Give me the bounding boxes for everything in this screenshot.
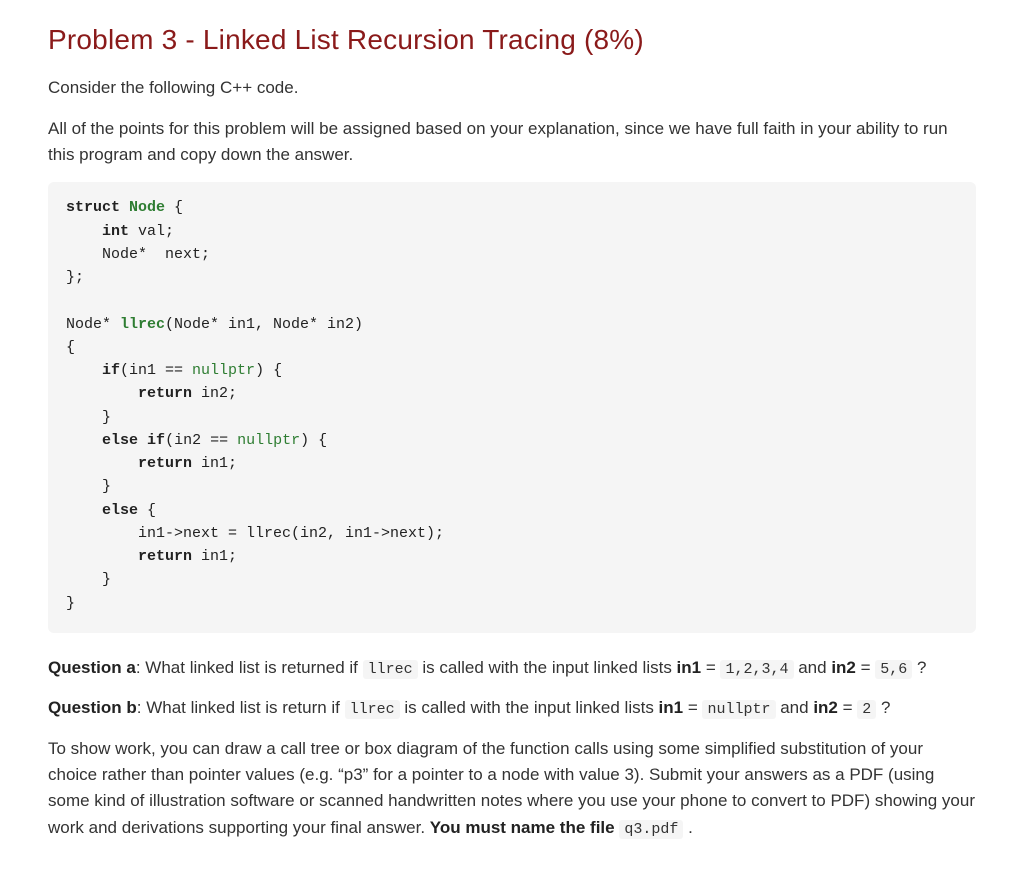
code-token: [66, 455, 138, 472]
code-token: {: [165, 199, 183, 216]
code-token: [66, 432, 102, 449]
text: in1: [659, 698, 684, 717]
code-token: in1;: [192, 455, 237, 472]
problem-title: Problem 3 - Linked List Recursion Tracin…: [48, 18, 976, 61]
code-token: }: [66, 571, 111, 588]
text: in2: [813, 698, 838, 717]
question-a: Question a: What linked list is returned…: [48, 655, 976, 681]
code-token: val;: [129, 223, 174, 240]
text: is called with the input linked lists: [418, 658, 677, 677]
code-token: Node* next;: [66, 246, 210, 263]
text: in2: [831, 658, 856, 677]
code-token: int: [102, 223, 129, 240]
text: : What linked list is returned if: [136, 658, 363, 677]
page: Problem 3 - Linked List Recursion Tracin…: [0, 0, 1024, 887]
text: ?: [876, 698, 890, 717]
code-token: else: [102, 432, 138, 449]
closing-paragraph: To show work, you can draw a call tree o…: [48, 736, 976, 841]
code-token: in1->next = llrec(in2, in1->next);: [66, 525, 444, 542]
code-token: [138, 432, 147, 449]
code-token: return: [138, 385, 192, 402]
code-token: in2;: [192, 385, 237, 402]
inline-code: llrec: [345, 700, 400, 719]
inline-code: 5,6: [875, 660, 912, 679]
code-token: (Node* in1, Node* in2): [165, 316, 363, 333]
code-token: }: [66, 595, 75, 612]
code-token: if: [102, 362, 120, 379]
code-token: ) {: [300, 432, 327, 449]
code-token: nullptr: [237, 432, 300, 449]
code-token: nullptr: [192, 362, 255, 379]
text: =: [838, 698, 857, 717]
code-token: in1;: [192, 548, 237, 565]
code-token: Node*: [66, 316, 120, 333]
text: .: [683, 818, 692, 837]
code-token: (in2 ==: [165, 432, 237, 449]
text: ?: [912, 658, 926, 677]
code-token: return: [138, 548, 192, 565]
code-block: struct Node { int val; Node* next; }; No…: [48, 182, 976, 633]
question-b: Question b: What linked list is return i…: [48, 695, 976, 721]
text: =: [856, 658, 875, 677]
code-token: [66, 502, 102, 519]
code-token: }: [66, 478, 111, 495]
code-token: return: [138, 455, 192, 472]
code-token: };: [66, 269, 84, 286]
text: is called with the input linked lists: [400, 698, 659, 717]
text: =: [683, 698, 702, 717]
inline-code: 2: [857, 700, 876, 719]
code-token: struct: [66, 199, 120, 216]
intro-paragraph-2: All of the points for this problem will …: [48, 116, 976, 169]
code-token: (in1 ==: [120, 362, 192, 379]
text: and: [776, 698, 814, 717]
text: You must name the file: [430, 818, 620, 837]
code-token: {: [138, 502, 156, 519]
text: and: [794, 658, 832, 677]
inline-code: q3.pdf: [619, 820, 683, 839]
code-token: [66, 223, 102, 240]
text: in1: [677, 658, 702, 677]
code-token: }: [66, 409, 111, 426]
text: : What linked list is return if: [137, 698, 345, 717]
code-token: [66, 362, 102, 379]
question-a-label: Question a: [48, 658, 136, 677]
code-token: [120, 199, 129, 216]
inline-code: llrec: [363, 660, 418, 679]
code-token: llrec: [120, 316, 165, 333]
code-token: {: [66, 339, 75, 356]
code-token: [66, 385, 138, 402]
inline-code: 1,2,3,4: [720, 660, 793, 679]
code-token: Node: [129, 199, 165, 216]
question-b-label: Question b: [48, 698, 137, 717]
text: =: [701, 658, 720, 677]
code-token: [66, 548, 138, 565]
code-token: if: [147, 432, 165, 449]
code-token: ) {: [255, 362, 282, 379]
intro-paragraph-1: Consider the following C++ code.: [48, 75, 976, 101]
code-token: else: [102, 502, 138, 519]
inline-code: nullptr: [702, 700, 775, 719]
